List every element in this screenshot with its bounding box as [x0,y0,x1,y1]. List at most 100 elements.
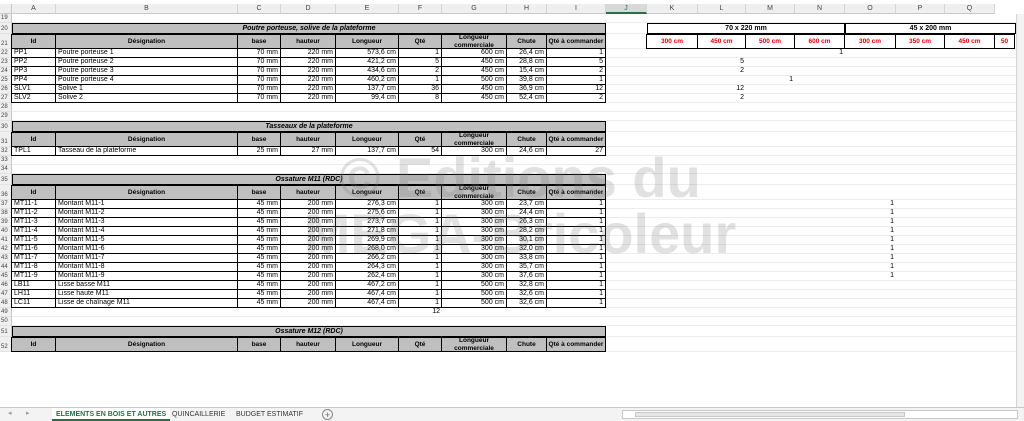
row-header-35[interactable]: 35 [0,174,12,185]
add-sheet-icon[interactable]: + [322,409,333,420]
sheet-tab-elements[interactable]: ELEMENTS EN BOIS ET AUTRES [52,408,171,421]
column-header-g[interactable]: G [442,4,507,14]
table-cell[interactable]: 450 cm [441,93,507,103]
grid-row [12,165,1024,174]
order-count-cell[interactable]: 12 [698,85,746,94]
column-header-i[interactable]: I [547,4,606,14]
table-cell[interactable]: 27 [546,146,606,156]
table-cell[interactable]: 220 mm [280,93,336,103]
order-count-cell[interactable]: 1 [845,245,896,254]
table-cell[interactable]: 300 cm [441,146,507,156]
column-header-n[interactable]: N [795,4,845,14]
table-cell[interactable]: TPL1 [11,146,56,156]
group-header-70x220: 70 x 220 mm [647,23,845,34]
column-label-base: base [237,337,281,352]
column-header-a[interactable]: A [12,4,56,14]
order-count-cell[interactable]: 1 [845,236,896,245]
column-header-f[interactable]: F [399,4,442,14]
table-cell[interactable]: Lisse de chaînage M11 [55,298,238,308]
column-label-longueur: Longueur [335,337,399,352]
order-count-cell[interactable]: 1 [845,200,896,209]
row-header-49[interactable]: 49 [0,308,12,317]
table-cell[interactable]: 24,6 cm [506,146,547,156]
column-label-id: Id [11,185,56,200]
order-count-cell[interactable]: 1 [845,209,896,218]
table-cell[interactable]: 500 cm [441,298,507,308]
next-sheet-arrow-icon[interactable]: ▸ [26,409,30,417]
group-header-45x200: 45 x 200 mm [845,23,1016,34]
table-cell[interactable]: 200 mm [280,298,336,308]
row-header-28[interactable]: 28 [0,103,12,112]
table-cell[interactable]: 32,6 cm [506,298,547,308]
row-header-20[interactable]: 20 [0,23,12,34]
column-label-qte-commander: Qté à commander [546,185,606,200]
table-cell[interactable]: 70 mm [237,93,281,103]
grid-row [12,14,1024,23]
sheet-tab-budget[interactable]: BUDGET ESTIMATIF [232,408,307,421]
table-cell[interactable]: 1 [398,298,442,308]
length-header-l: 450 cm [697,34,746,49]
table-cell[interactable]: 45 mm [237,298,281,308]
horizontal-scrollbar[interactable] [622,410,1018,419]
row-header-34[interactable]: 34 [0,165,12,174]
order-count-cell[interactable]: 2 [698,94,746,103]
column-header-h[interactable]: H [507,4,547,14]
column-header-m[interactable]: M [746,4,795,14]
table-cell[interactable]: SLV2 [11,93,56,103]
table-cell[interactable]: 25 mm [237,146,281,156]
row-header-19[interactable]: 19 [0,14,12,23]
table-cell[interactable]: LC11 [11,298,56,308]
table-cell[interactable]: 2 [546,93,606,103]
row-header-51[interactable]: 51 [0,326,12,337]
column-header-l[interactable]: L [698,4,746,14]
grid-row [12,317,1024,326]
column-header-b[interactable]: B [56,4,238,14]
table-cell[interactable]: 1 [546,298,606,308]
row-header-33[interactable]: 33 [0,156,12,165]
table-cell[interactable]: Solive 2 [55,93,238,103]
order-count-cell[interactable]: 1 [845,218,896,227]
order-count-cell[interactable]: 1 [845,227,896,236]
table-cell[interactable]: 27 mm [280,146,336,156]
column-label-qte: Qté [398,185,442,200]
column-label-designation: Désignation [55,132,238,147]
order-count-cell[interactable]: 2 [698,67,746,76]
column-label-chute: Chute [506,132,547,147]
select-all-corner[interactable] [0,4,12,14]
order-count-cell[interactable]: 1 [746,76,795,85]
order-count-cell[interactable]: 1 [845,272,896,281]
spreadsheet-grid[interactable]: ABCDEFGHIJKLMNOPQ 19 20 21 22 23 24 25 26 27 28 29… [0,0,1024,407]
order-count-cell[interactable]: 5 [698,58,746,67]
column-header-e[interactable]: E [336,4,399,14]
table-cell[interactable]: 137,7 cm [335,146,399,156]
table-cell[interactable]: 8 [398,93,442,103]
vertical-scrollbar[interactable] [1016,14,1024,407]
column-header-o[interactable]: O [845,4,896,14]
sheet-tab-quincaillerie[interactable]: QUINCAILLERIE [168,408,229,421]
column-header-p[interactable]: P [896,4,945,14]
row-header-30[interactable]: 30 [0,121,12,132]
column-header-c[interactable]: C [238,4,281,14]
row-header-29[interactable]: 29 [0,112,12,121]
column-label-hauteur: hauteur [280,185,336,200]
column-header-q[interactable]: Q [945,4,995,14]
horizontal-scroll-thumb[interactable] [635,412,905,417]
order-count-cell[interactable]: 1 [845,263,896,272]
table-cell[interactable]: 54 [398,146,442,156]
column-header-j[interactable]: J [606,4,647,14]
table-cell[interactable]: Tasseau de la plateforme [55,146,238,156]
table-cell[interactable]: 52,4 cm [506,93,547,103]
length-header-m: 500 cm [745,34,795,49]
row-header-50[interactable]: 50 [0,317,12,326]
column-header-d[interactable]: D [281,4,336,14]
column-label-longueur-commerciale: Longueur commerciale [441,185,507,200]
table-cell[interactable]: 99,4 cm [335,93,399,103]
order-count-cell[interactable]: 1 [795,49,845,58]
grid-row [12,308,1024,317]
table-cell[interactable]: 467,4 cm [335,298,399,308]
column-label-hauteur: hauteur [280,337,336,352]
column-label-qte-commander: Qté à commander [546,132,606,147]
prev-sheet-arrow-icon[interactable]: ◂ [8,409,12,417]
order-count-cell[interactable]: 1 [845,254,896,263]
column-header-k[interactable]: K [647,4,698,14]
